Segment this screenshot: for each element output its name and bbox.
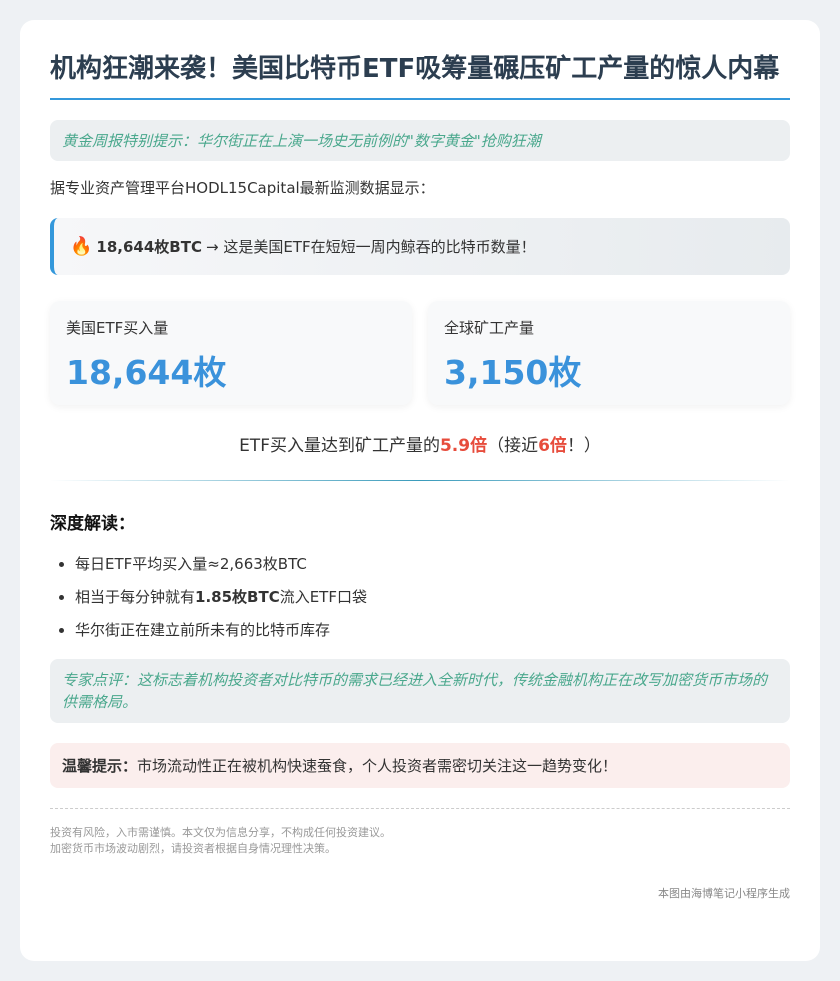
disclaimer-line: 加密货币市场波动剧烈，请投资者根据自身情况理性决策。 (50, 842, 336, 855)
fire-icon: 🔥 (70, 236, 93, 257)
stats-row: 美国ETF买入量 18,644枚 全球矿工产量 3,150枚 (50, 301, 790, 405)
generator-credit: 本图由海博笔记小程序生成 (658, 887, 790, 900)
stat-card-miners: 全球矿工产量 3,150枚 (428, 301, 790, 405)
warm-label: 温馨提示： (62, 757, 138, 775)
gradient-divider (50, 480, 790, 481)
section-title: 深度解读： (50, 514, 135, 534)
highlight-box: 🔥 18,644枚BTC → 这是美国ETF在短短一周内鲸吞的比特币数量！ (50, 218, 790, 275)
highlight-amount: 18,644枚BTC (96, 238, 202, 256)
list-item: 每日ETF平均买入量≈2,663枚BTC (75, 548, 790, 581)
point-prefix: 相当于每分钟就有 (75, 588, 196, 606)
special-tip-box: 黄金周报特别提示：华尔街正在上演一场史无前例的"数字黄金"抢购狂潮 (50, 120, 790, 161)
ratio-middle: （接近 (487, 436, 539, 456)
article-title: 机构狂潮来袭！美国比特币ETF吸筹量碾压矿工产量的惊人内幕 (50, 50, 790, 100)
ratio-multiple: 5.9倍 (439, 436, 488, 456)
stat-value: 3,150枚 (444, 353, 582, 392)
ratio-prefix: ETF买入量达到矿工产量的 (239, 436, 440, 456)
dashed-divider (50, 808, 790, 809)
stat-label: 美国ETF买入量 (66, 319, 169, 337)
point-text: 每日ETF平均买入量≈2,663枚BTC (75, 555, 307, 573)
expert-comment-box: 专家点评：这标志着机构投资者对比特币的需求已经进入全新时代，传统金融机构正在改写… (50, 659, 790, 723)
intro-text: 据专业资产管理平台HODL15Capital最新监测数据显示： (50, 179, 435, 197)
warm-reminder-box: 温馨提示：市场流动性正在被机构快速蚕食，个人投资者需密切关注这一趋势变化！ (50, 743, 790, 788)
point-bold: 1.85枚BTC (195, 588, 280, 606)
ratio-statement: ETF买入量达到矿工产量的5.9倍（接近6倍！） (50, 431, 790, 456)
stat-card-etf: 美国ETF买入量 18,644枚 (50, 301, 412, 405)
ratio-approx: 6倍 (538, 436, 567, 456)
ratio-suffix: ！） (566, 436, 601, 456)
article-card: 机构狂潮来袭！美国比特币ETF吸筹量碾压矿工产量的惊人内幕 黄金周报特别提示：华… (20, 20, 820, 961)
list-item: 相当于每分钟就有1.85枚BTC流入ETF口袋 (75, 581, 790, 614)
list-item: 华尔街正在建立前所未有的比特币库存 (75, 614, 790, 647)
stat-value: 18,644枚 (66, 353, 227, 392)
analysis-list: 每日ETF平均买入量≈2,663枚BTC 相当于每分钟就有1.85枚BTC流入E… (50, 548, 790, 647)
stat-label: 全球矿工产量 (444, 319, 535, 337)
highlight-text: → 这是美国ETF在短短一周内鲸吞的比特币数量！ (205, 238, 536, 256)
point-text: 华尔街正在建立前所未有的比特币库存 (75, 621, 331, 639)
point-suffix: 流入ETF口袋 (279, 588, 367, 606)
warm-text: 市场流动性正在被机构快速蚕食，个人投资者需密切关注这一趋势变化！ (137, 757, 618, 775)
disclaimer: 投资有风险，入市需谨慎。本文仅为信息分享，不构成任何投资建议。 加密货币市场波动… (50, 825, 790, 857)
disclaimer-line: 投资有风险，入市需谨慎。本文仅为信息分享，不构成任何投资建议。 (50, 826, 391, 839)
